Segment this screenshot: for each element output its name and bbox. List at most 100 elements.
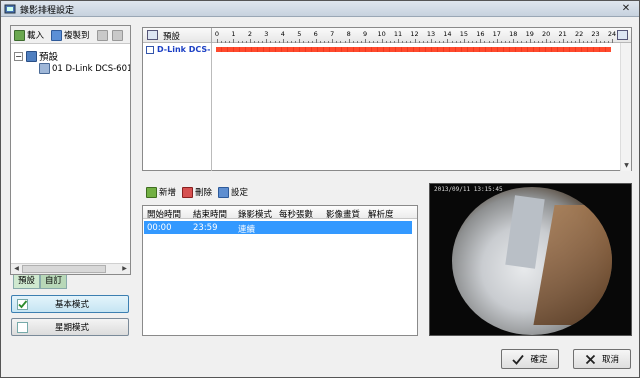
timeline-vertical-scrollbar[interactable]: ▼ bbox=[620, 43, 631, 171]
hour-tick bbox=[336, 41, 338, 43]
down-icon bbox=[112, 29, 123, 41]
schedule-timeline: 預設 0 1 2 3 4 5 6 7 8 9 10 11 12 13 14 15 16 17 18 19 20 21 22 2… bbox=[142, 27, 632, 171]
hour-tick bbox=[291, 41, 293, 43]
close-icon[interactable]: ✕ bbox=[615, 2, 637, 16]
col-end-time[interactable]: 結束時間 bbox=[193, 208, 227, 220]
col-start-time[interactable]: 開始時間 bbox=[147, 208, 181, 220]
hour-tick bbox=[373, 41, 375, 43]
hour-tick bbox=[562, 39, 564, 43]
move-down-button[interactable] bbox=[112, 28, 125, 42]
hour-tick bbox=[344, 41, 346, 43]
hour-tick bbox=[254, 41, 256, 43]
hour-tick bbox=[249, 39, 251, 43]
ok-label: 確定 bbox=[530, 355, 548, 365]
camera-icon bbox=[39, 63, 50, 74]
hour-tick bbox=[426, 41, 428, 43]
timeline-row-device[interactable]: D-Link DCS- bbox=[143, 44, 211, 55]
hour-tick-label: 3 bbox=[264, 30, 269, 38]
fisheye-image bbox=[452, 187, 612, 335]
tab-custom[interactable]: 自訂 bbox=[40, 275, 68, 289]
scroll-thumb[interactable] bbox=[22, 265, 106, 273]
tree-device-label: 01 D-Link DCS-6010 bbox=[52, 63, 130, 74]
hour-tick bbox=[315, 39, 317, 43]
hour-tick bbox=[402, 41, 404, 43]
table-row[interactable]: 00:00 23:59 連續 bbox=[144, 221, 412, 235]
cell-mode: 連續 bbox=[238, 225, 256, 235]
hour-tick bbox=[270, 41, 272, 43]
hour-tick bbox=[241, 41, 243, 43]
add-button[interactable]: 新增 bbox=[146, 185, 176, 199]
hour-tick bbox=[356, 41, 358, 43]
basic-mode-checkbox[interactable] bbox=[17, 298, 28, 310]
column-divider bbox=[211, 43, 212, 171]
recording-bar[interactable] bbox=[216, 47, 611, 52]
window-title: 錄影排程設定 bbox=[20, 6, 75, 16]
cancel-button[interactable]: 取消 bbox=[573, 349, 631, 369]
group-icon bbox=[26, 50, 37, 62]
col-quality[interactable]: 影像畫質 bbox=[326, 208, 360, 220]
hour-tick bbox=[459, 41, 461, 43]
hour-tick-label: 1 bbox=[231, 30, 236, 38]
grid-settings-icon[interactable] bbox=[617, 30, 628, 40]
hour-tick bbox=[488, 41, 490, 43]
tree-device-item[interactable]: 01 D-Link DCS-6010 bbox=[39, 63, 130, 74]
hour-tick bbox=[245, 41, 247, 43]
move-up-button[interactable] bbox=[97, 28, 110, 42]
camera-row-icon bbox=[146, 45, 154, 54]
hour-tick bbox=[480, 39, 482, 43]
hour-tick-label: 8 bbox=[346, 30, 351, 38]
hour-tick-label: 7 bbox=[330, 30, 335, 38]
hour-tick bbox=[542, 41, 544, 43]
scroll-right-icon[interactable]: ▶ bbox=[119, 264, 130, 274]
hour-tick bbox=[393, 41, 395, 43]
hour-tick bbox=[443, 41, 445, 43]
import-button[interactable]: 載入 bbox=[14, 28, 44, 42]
app-icon bbox=[4, 4, 16, 14]
hour-tick bbox=[286, 41, 288, 43]
hour-tick-label: 4 bbox=[280, 30, 285, 38]
hour-tick bbox=[422, 41, 424, 43]
hour-tick bbox=[361, 41, 362, 43]
left-toolbar: 載入 複製到 bbox=[11, 26, 130, 44]
tree-root[interactable]: − 預設 bbox=[14, 49, 58, 63]
hour-tick-label: 14 bbox=[443, 30, 452, 38]
hour-tick-label: 24 bbox=[607, 30, 617, 38]
hour-tick-label: 22 bbox=[574, 30, 584, 38]
col-fps[interactable]: 每秒張數 bbox=[279, 208, 313, 220]
basic-mode-button[interactable]: 基本模式 bbox=[11, 295, 129, 313]
col-resolution[interactable]: 解析度 bbox=[368, 208, 394, 220]
import-icon bbox=[14, 29, 25, 41]
hour-tick bbox=[389, 41, 391, 43]
hour-tick bbox=[385, 41, 387, 43]
copy-to-button[interactable]: 複製到 bbox=[51, 28, 90, 42]
delete-button[interactable]: 刪除 bbox=[182, 185, 212, 199]
hour-tick bbox=[233, 39, 235, 43]
hour-tick bbox=[554, 41, 556, 43]
settings-button[interactable]: 設定 bbox=[218, 185, 248, 199]
ok-button[interactable]: 確定 bbox=[501, 349, 559, 369]
scroll-down-icon[interactable]: ▼ bbox=[621, 161, 632, 171]
hour-tick bbox=[221, 41, 223, 43]
hour-tick bbox=[505, 41, 507, 43]
scroll-left-icon[interactable]: ◀ bbox=[11, 264, 22, 274]
hour-tick-label: 0 bbox=[214, 30, 220, 38]
hour-tick bbox=[455, 41, 457, 43]
hour-tick bbox=[579, 39, 581, 43]
hour-tick bbox=[398, 39, 400, 43]
collapse-icon[interactable]: − bbox=[14, 51, 23, 61]
schedule-toolbar: 新增 刪除 設定 bbox=[146, 185, 248, 199]
hour-tick bbox=[430, 39, 432, 43]
weekly-mode-checkbox[interactable] bbox=[17, 321, 28, 333]
hour-tick bbox=[537, 41, 539, 43]
hour-tick bbox=[258, 41, 260, 43]
hour-tick-label: 20 bbox=[542, 30, 551, 38]
hour-tick bbox=[303, 41, 305, 43]
hour-tick bbox=[307, 41, 309, 43]
hour-tick-label: 18 bbox=[509, 30, 518, 38]
tab-default[interactable]: 預設 bbox=[13, 275, 41, 289]
col-record-mode[interactable]: 錄影模式 bbox=[238, 208, 272, 220]
hour-tick bbox=[566, 41, 568, 43]
hour-tick bbox=[496, 39, 498, 43]
tree-horizontal-scrollbar[interactable]: ◀ ▶ bbox=[11, 263, 130, 274]
weekly-mode-button[interactable]: 星期模式 bbox=[11, 318, 129, 336]
